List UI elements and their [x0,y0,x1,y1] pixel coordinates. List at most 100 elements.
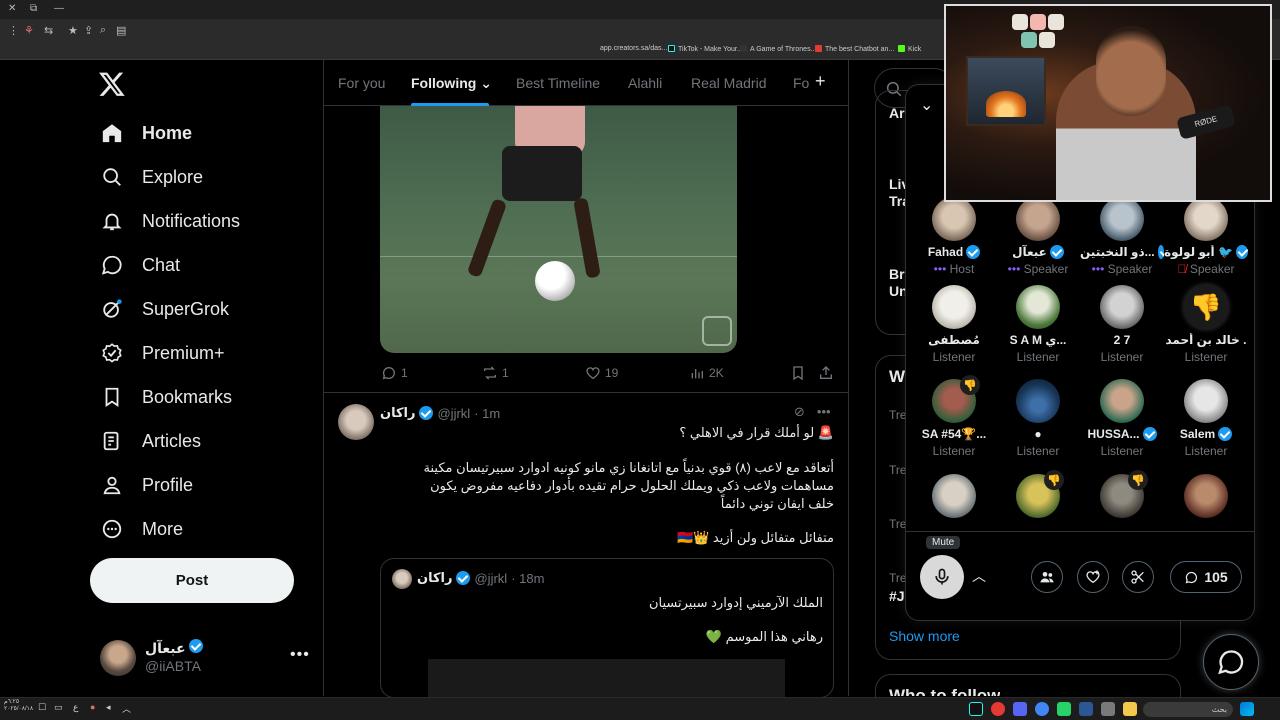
more-dots-icon[interactable]: ••• [817,404,831,420]
chevron-down-icon[interactable]: ⌄ [920,95,933,115]
participant[interactable]: HUSSA... Listener [1080,379,1164,458]
nav-bookmarks[interactable]: Bookmarks [100,382,232,412]
minimize-icon[interactable]: — [54,3,64,14]
participant[interactable] [912,474,996,518]
nav-chat[interactable]: Chat [100,250,180,280]
language-indicator[interactable]: ع [73,702,78,713]
tweet-author-handle[interactable]: @jjrkl [437,406,470,421]
folder-icon[interactable] [1123,702,1137,716]
app-icon[interactable] [991,702,1005,716]
participant[interactable]: ذو النخبتين... ••• Speaker [1080,197,1164,276]
clip-button[interactable] [1122,561,1154,593]
app-icon[interactable] [1101,702,1115,716]
participant[interactable]: S A M ي... Listener [996,285,1080,364]
repost-button[interactable]: 1 [482,365,509,381]
account-switcher[interactable]: عبعآل @iiABTA ••• [100,638,310,678]
nav-supergrok[interactable]: SuperGrok [100,294,229,324]
chevron-up-icon[interactable]: ︿ [972,566,986,586]
messages-fab[interactable] [1203,634,1259,690]
translate-icon[interactable]: ⇆ [44,24,53,37]
post-button[interactable]: Post [90,558,294,603]
bookmark-creators[interactable]: app.creators.sa/das... [600,45,667,52]
nav-articles[interactable]: Articles [100,426,201,456]
extension-icon[interactable]: ⚘ [24,24,34,37]
tab-best-timeline[interactable]: Best Timeline [516,75,600,91]
react-button[interactable] [1077,561,1109,593]
mic-status-icon[interactable]: ● [90,702,95,712]
grok-icon[interactable]: ⊘ [794,404,805,420]
tab-alahli[interactable]: Alahli [628,75,662,91]
restore-icon[interactable]: ⧉ [30,3,37,14]
share-button[interactable] [818,363,834,383]
participant[interactable]: Fahad ••• Host [912,197,996,276]
discord-icon[interactable] [1013,702,1027,716]
bookmark-kick[interactable]: Kick [898,45,921,53]
tabs-icon[interactable]: ▤ [116,24,126,37]
nav-home[interactable]: Home [100,118,192,148]
speaker-icon[interactable]: ◂ [106,702,111,713]
tiktok-app-icon[interactable] [969,702,983,716]
verified-icon [456,571,471,585]
bookmark-button[interactable] [790,363,806,383]
quoted-media[interactable] [428,659,785,697]
comments-button[interactable]: 105 [1170,561,1242,593]
participant[interactable]: مُصطفى Listener [912,285,996,364]
nav-explore[interactable]: Explore [100,162,203,192]
trend-label[interactable]: Tre [889,517,907,531]
tab-more[interactable]: Fo [793,75,809,91]
avatar[interactable] [338,404,374,440]
trend-label[interactable]: Tre [889,571,907,585]
participant[interactable]: أبو لولوة 🐦 🎙̸ Speaker [1164,197,1248,276]
show-more-link[interactable]: Show more [889,628,960,644]
share-icon[interactable]: ⇪ [84,24,93,37]
taskbar-clock[interactable]: ٦:٢٥م ٢٠٢٥/٠٨/١٨ [4,699,33,713]
like-button[interactable]: 19 [585,365,618,381]
nav-profile[interactable]: Profile [100,470,193,500]
verified-icon [419,406,434,420]
taskbar-search[interactable]: بحث [1143,702,1233,717]
tray-chevron-icon[interactable]: ︿ [122,702,131,715]
quoted-tweet[interactable]: راكان @jjrkl · 18m الملك الآرميني إدوارد… [380,558,834,698]
participant[interactable]: 👎 خالد بن أحمد . Listener [1164,285,1248,364]
views-button[interactable]: 2K [689,365,724,381]
avatar [392,569,412,589]
notification-icon[interactable]: ☐ [38,702,46,713]
nav-premium[interactable]: Premium+ [100,338,225,368]
zoom-icon[interactable]: ⌕ [100,24,106,37]
chrome-icon[interactable] [1035,702,1049,716]
participant[interactable]: ● Listener [996,379,1080,458]
participant[interactable]: عبعآل ••• Speaker [996,197,1080,276]
participant[interactable]: 👎 [1080,470,1164,518]
tweet-author-name[interactable]: راكان [380,405,415,421]
participant[interactable]: 👎 [996,470,1080,518]
tab-real-madrid[interactable]: Real Madrid [691,75,766,91]
participant[interactable]: 2 7 Listener [1080,285,1164,364]
tab-following[interactable]: Following ⌄ [411,75,492,92]
add-tab-icon[interactable]: + [815,71,826,92]
tab-for-you[interactable]: For you [338,75,385,91]
app-icon[interactable] [1079,702,1093,716]
windows-start-icon[interactable] [1240,702,1254,716]
mic-button[interactable] [920,555,964,599]
trend-label[interactable]: Tre [889,463,907,477]
nav-more[interactable]: More [100,514,183,544]
x-logo-icon[interactable] [98,70,126,98]
participant[interactable]: Salem Listener [1164,379,1248,458]
bookmark-got[interactable]: A Game of Thrones... [740,45,816,53]
bookmark-chatbot[interactable]: The best Chatbot an... [815,45,894,53]
chat-bubble-icon[interactable]: ▭ [54,702,63,713]
reply-button[interactable]: 1 [381,365,408,381]
menu-icon[interactable]: ⋮ [8,24,19,37]
bookmark-tiktok[interactable]: TikTok - Make Your... [668,45,743,53]
trend-label[interactable]: Tre [889,408,907,422]
tweet-image[interactable] [380,106,737,353]
nav-notifications[interactable]: Notifications [100,206,240,236]
tweet-time[interactable]: · 1m [474,406,500,421]
close-icon[interactable]: ✕ [8,3,16,14]
participant[interactable] [1164,474,1248,518]
whatsapp-icon[interactable] [1057,702,1071,716]
star-icon[interactable]: ★ [68,24,78,37]
heart-icon [586,367,600,380]
participants-button[interactable] [1031,561,1063,593]
participant[interactable]: 👎 SA #54🏆... Listener [912,375,996,458]
